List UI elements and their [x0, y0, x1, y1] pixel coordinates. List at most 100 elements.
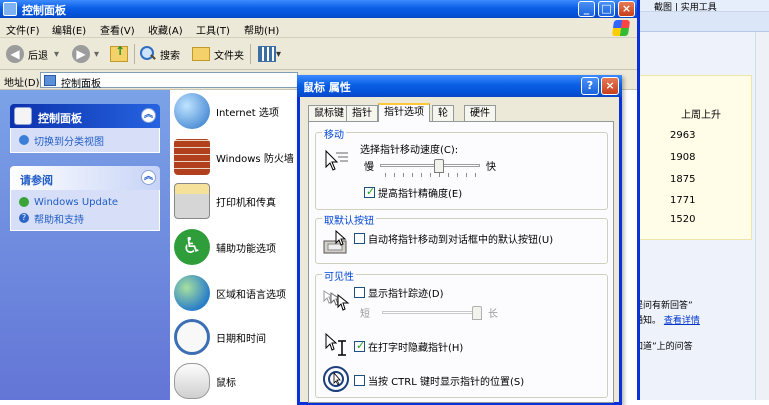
- enhance-precision-checkbox[interactable]: 提高指针精确度(E): [364, 185, 462, 200]
- address-field[interactable]: 控制面板: [40, 72, 298, 90]
- slider-tick: [394, 173, 395, 177]
- forward-button[interactable]: ▶ ▾: [72, 44, 99, 64]
- windows-update-link[interactable]: Windows Update: [19, 194, 151, 210]
- globe-icon: [174, 275, 210, 311]
- menu-file[interactable]: 文件(F): [6, 22, 40, 37]
- help-button[interactable]: ?: [581, 77, 599, 95]
- minimize-button[interactable]: _: [578, 1, 595, 17]
- item-label: 日期和时间: [216, 333, 266, 345]
- chevron-down-icon: ▾: [94, 48, 100, 60]
- snap-to-group: 取默认按钮 自动将指针移动到对话框中的默认按钮(U): [315, 212, 608, 264]
- show-location-ctrl-checkbox[interactable]: 当按 CTRL 键时显示指针的位置(S): [354, 373, 524, 388]
- ranking-value: 1771: [670, 195, 696, 206]
- panel-header[interactable]: 请参阅 ︽: [10, 166, 160, 190]
- visibility-group-label: 可见性: [322, 268, 356, 283]
- search-icon: [140, 46, 156, 62]
- switch-to-category-view-link[interactable]: 切换到分类视图: [19, 132, 151, 148]
- slider-thumb[interactable]: [472, 306, 482, 320]
- clock-icon: [174, 319, 210, 355]
- back-button[interactable]: ◀ 后退 ▾: [6, 44, 59, 64]
- visibility-group: 可见性 显示指针踪迹(D) 短 长 在打字时隐藏指针(H: [315, 268, 608, 398]
- item-label: 鼠标: [216, 377, 236, 389]
- background-browser-page: 截图 | 实用工具 上周上升 2963 1908 1875 1771 1520 …: [620, 0, 769, 400]
- mouse-properties-dialog: 鼠标 属性 ? × 鼠标键 指针 指针选项 轮 硬件 移动 选择指针移动速度(C…: [297, 75, 622, 405]
- item-windows-firewall[interactable]: Windows 防火墙: [174, 136, 294, 178]
- folders-button[interactable]: 文件夹: [192, 44, 244, 64]
- hide-pointer-icon: [325, 332, 346, 356]
- checkbox-box: [364, 185, 375, 198]
- slider-tick: [412, 173, 413, 177]
- help-and-support-link[interactable]: ? 帮助和支持: [19, 210, 151, 226]
- snap-to-icon: [323, 229, 347, 254]
- slider-thumb[interactable]: [434, 159, 444, 173]
- search-label: 搜索: [160, 50, 180, 62]
- page-note: 知道”上的问答: [634, 342, 693, 352]
- item-internet-options[interactable]: Internet 选项: [174, 90, 279, 132]
- collapse-icon[interactable]: ︽: [141, 108, 156, 123]
- pointer-speed-slider[interactable]: [380, 159, 480, 173]
- views-button[interactable]: ▾: [258, 44, 281, 64]
- item-date-and-time[interactable]: 日期和时间: [174, 316, 266, 358]
- slider-ticks: [380, 173, 480, 177]
- toolbar-separator: [134, 44, 135, 64]
- category-view-icon: [19, 135, 29, 145]
- pointer-trails-checkbox[interactable]: 显示指针踪迹(D): [354, 285, 444, 300]
- up-button[interactable]: [110, 44, 128, 64]
- tab-buttons[interactable]: 鼠标键: [308, 105, 350, 121]
- menu-edit[interactable]: 编辑(E): [52, 22, 86, 37]
- page-note: 通知。 查看详情: [634, 313, 700, 326]
- item-accessibility-options[interactable]: ♿ 辅助功能选项: [174, 226, 276, 268]
- page-scrollbar[interactable]: [755, 32, 769, 400]
- ctrl-location-icon: [323, 366, 349, 392]
- ranking-value: 2963: [670, 130, 696, 141]
- address-label: 地址(D): [4, 78, 40, 89]
- hide-while-typing-checkbox[interactable]: 在打字时隐藏指针(H): [354, 339, 463, 354]
- trail-length-slider[interactable]: [382, 306, 482, 320]
- dialog-titlebar[interactable]: 鼠标 属性 ? ×: [297, 75, 622, 97]
- tab-pointers[interactable]: 指针: [346, 105, 378, 121]
- snap-to-default-checkbox[interactable]: 自动将指针移动到对话框中的默认按钮(U): [354, 231, 553, 246]
- help-icon: ?: [19, 213, 29, 223]
- motion-group-label: 移动: [322, 126, 346, 141]
- dialog-close-button[interactable]: ×: [601, 77, 619, 95]
- firewall-icon: [174, 139, 210, 175]
- panel-title: 请参阅: [20, 174, 53, 187]
- collapse-icon[interactable]: ︽: [141, 170, 156, 185]
- back-label: 后退: [28, 50, 48, 62]
- windows-update-icon: [19, 197, 29, 207]
- panel-header[interactable]: 控制面板 ︽: [10, 104, 160, 128]
- item-regional-and-language[interactable]: 区域和语言选项: [174, 272, 286, 314]
- details-link[interactable]: 查看详情: [664, 316, 700, 326]
- accessibility-icon: ♿: [174, 229, 210, 265]
- slow-label: 慢: [364, 162, 374, 173]
- ranking-value: 1908: [670, 152, 696, 163]
- menu-bar: 文件(F) 编辑(E) 查看(V) 收藏(A) 工具(T) 帮助(H): [0, 18, 637, 38]
- toolbar: ◀ 后退 ▾ ▶ ▾ 搜索 文件夹 ▾: [0, 38, 637, 70]
- browser-nav-strip: [620, 12, 769, 32]
- views-icon: [258, 46, 276, 62]
- item-mouse[interactable]: 鼠标: [174, 360, 236, 402]
- printer-icon: [174, 183, 210, 219]
- item-label: 打印机和传真: [216, 197, 276, 209]
- control-panel-panel: 控制面板 ︽ 切换到分类视图: [10, 104, 160, 153]
- menu-tools[interactable]: 工具(T): [196, 22, 230, 37]
- ranking-value: 1520: [670, 214, 696, 225]
- close-button[interactable]: ×: [618, 1, 635, 17]
- task-pane: 控制面板 ︽ 切换到分类视图 请参阅 ︽ Windows Update ? 帮助…: [0, 90, 170, 400]
- menu-view[interactable]: 查看(V): [100, 22, 135, 37]
- item-printers-and-faxes[interactable]: 打印机和传真: [174, 180, 276, 222]
- slider-track: [380, 164, 480, 167]
- menu-help[interactable]: 帮助(H): [244, 22, 279, 37]
- slider-tick: [466, 173, 467, 177]
- slider-tick: [430, 173, 431, 177]
- tab-pointer-options[interactable]: 指针选项: [378, 103, 430, 122]
- menu-favorites[interactable]: 收藏(A): [148, 22, 183, 37]
- forward-arrow-icon: ▶: [72, 45, 90, 63]
- search-button[interactable]: 搜索: [140, 44, 180, 64]
- window-titlebar[interactable]: 控制面板 _ □ ×: [0, 0, 637, 18]
- checkbox-label: 自动将指针移动到对话框中的默认按钮(U): [368, 235, 554, 246]
- maximize-button[interactable]: □: [598, 1, 615, 17]
- tab-wheel[interactable]: 轮: [432, 105, 454, 121]
- chevron-down-icon: ▾: [54, 48, 60, 60]
- tab-hardware[interactable]: 硬件: [464, 105, 496, 121]
